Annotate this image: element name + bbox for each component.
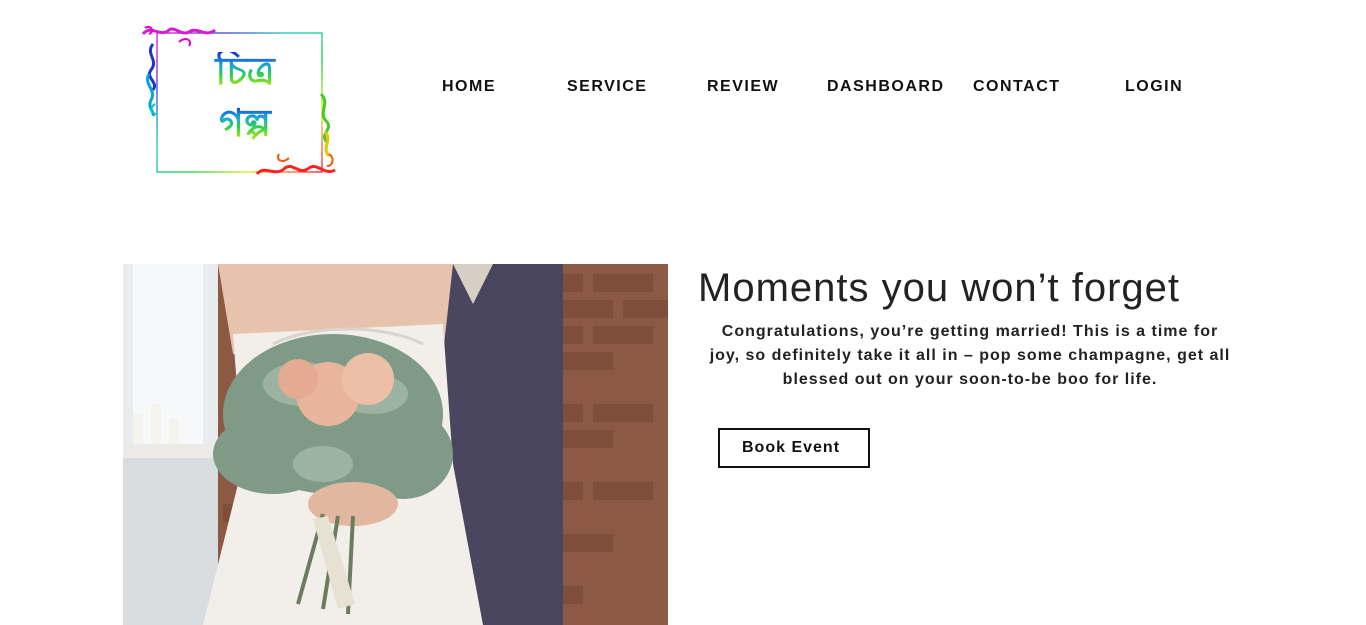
page: চিত্র গল্প HOME SERVICE REVIEW DASHBOARD…: [0, 0, 1366, 625]
nav-item-dashboard[interactable]: DASHBOARD: [827, 78, 945, 96]
book-event-button[interactable]: Book Event: [718, 428, 870, 468]
nav-item-contact[interactable]: CONTACT: [973, 78, 1061, 96]
nav-item-service[interactable]: SERVICE: [567, 78, 647, 96]
hero-description: Congratulations, you’re getting married!…: [709, 323, 1231, 388]
wedding-couple-photo-icon: [123, 264, 668, 625]
nav-item-home[interactable]: HOME: [442, 78, 496, 96]
hero-wedding-image: [123, 264, 668, 625]
site-logo[interactable]: চিত্র গল্প: [139, 24, 339, 180]
nav-item-login[interactable]: LOGIN: [1125, 78, 1183, 96]
logo-text-line2: গল্প: [195, 104, 295, 142]
hero-title: Moments you won’t forget: [698, 266, 1180, 310]
nav-item-review[interactable]: REVIEW: [707, 78, 779, 96]
main-nav: HOME SERVICE REVIEW DASHBOARD CONTACT LO…: [0, 78, 1366, 102]
